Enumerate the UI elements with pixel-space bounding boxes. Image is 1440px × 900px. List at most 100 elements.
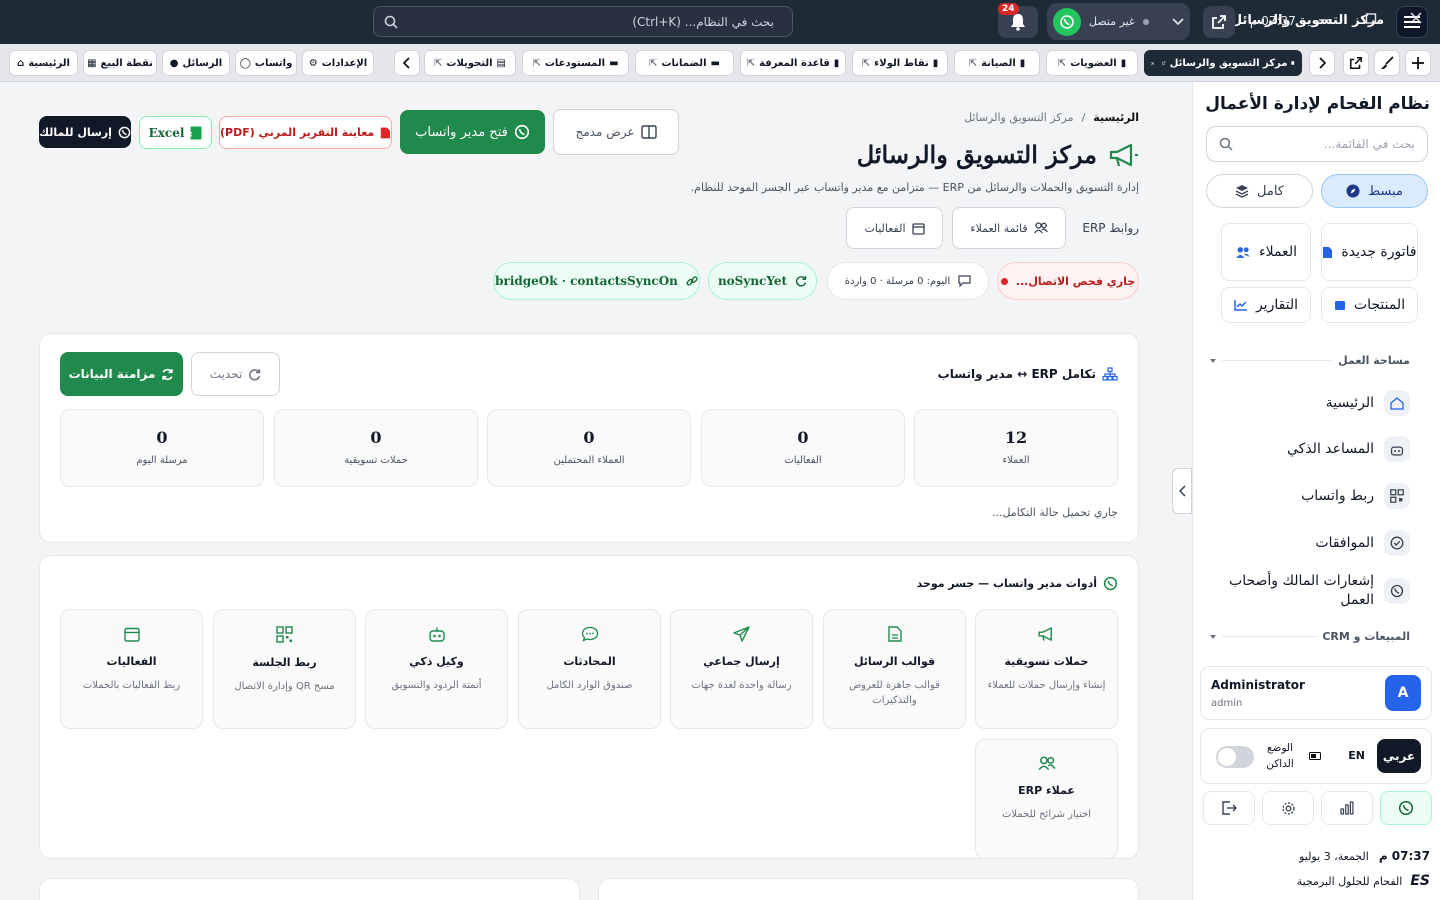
tool-smart-agent[interactable]: وكيل ذكي أتمتة الردود والتسويق [365,609,508,729]
stats-shortcut-button[interactable] [1321,791,1373,825]
quick-new-invoice[interactable]: فاتورة جديدة [1321,223,1418,281]
mode-full-toggle[interactable]: كامل [1206,174,1313,208]
quick-customers[interactable]: العملاء [1221,223,1311,281]
chevron-down-icon [1210,634,1216,639]
whatsapp-status-pill[interactable]: غير متصل [1047,3,1190,40]
new-tab-button[interactable] [1405,50,1431,76]
tab-memberships[interactable]: ▮ العضويات ⇱ [1046,50,1138,76]
nav-ai-assistant[interactable]: المساعد الذكي [1220,436,1410,462]
tool-title: المحادثات [563,655,616,668]
tool-marketing-campaigns[interactable]: حملات تسويقية إنشاء وإرسال حملات للعملاء [975,609,1118,729]
stat-label: الفعاليات [784,455,822,466]
users-icon [1038,756,1055,771]
minimize-button[interactable] [1318,12,1330,28]
quick-products[interactable]: المنتجات [1321,287,1418,323]
tool-events[interactable]: الفعاليات ربط الفعاليات بالحملات [60,609,203,729]
tab-loyalty-points[interactable]: ▮ نقاط الولاء ⇱ [852,50,948,76]
send-to-owner-button[interactable]: إرسال للمالك [39,116,131,148]
nav-whatsapp-link[interactable]: ربط واتساب [1220,483,1410,509]
pdf-icon: PDF [380,127,391,138]
dark-mode-toggle[interactable] [1216,746,1254,768]
maximize-button[interactable] [1365,12,1377,28]
quick-reports[interactable]: التقارير [1221,287,1311,323]
whatsapp-shortcut-button[interactable] [1380,791,1432,825]
tab-warehouses[interactable]: ▬ المستودعات ⇱ [522,50,629,76]
tab-warranties[interactable]: ▬ الضمانات ⇱ [635,50,734,76]
brush-icon [1381,56,1394,69]
nav-home[interactable]: الرئيسية [1220,390,1410,416]
integration-title: تكامل ERP ↔ مدير واتساب [937,367,1096,381]
section-sales-crm[interactable]: المبيعات و CRM [1210,630,1410,643]
clean-tabs-button[interactable] [1374,50,1400,76]
breadcrumb-current: مركز التسويق والرسائل [964,111,1074,124]
tab-whatsapp[interactable]: واتساب ◯ [235,50,297,76]
pdf-preview-button[interactable]: PDF معاينة التقرير المرني (PDF) [219,116,392,149]
integration-title-row: تكامل ERP ↔ مدير واتساب [938,367,1118,381]
tab-label: الصيانة [981,57,1016,69]
section-workspace[interactable]: مساحة العمل [1210,354,1410,367]
tool-conversations[interactable]: المحادثات صندوق الوارد الكامل [518,609,661,729]
users-icon [1033,222,1048,234]
customers-list-link[interactable]: قائمة العملاء [952,207,1066,249]
refresh-label: تحديث [209,367,243,381]
breadcrumb-home[interactable]: الرئيسية [1093,111,1139,124]
link-icon [686,276,698,286]
notifications-button[interactable]: 24 [998,3,1038,38]
stat-leads: 0 العملاء المحتملين [487,409,691,487]
tab-maintenance[interactable]: ▮ الصيانة ⇱ [954,50,1040,76]
sidebar-time: 07:37 م [1378,849,1430,863]
tool-session-link[interactable]: ربط الجلسة مسح QR وإدارة الاتصال [213,609,356,729]
tab-marketing-center[interactable]: مركز التسويق والرسائل [1144,50,1302,76]
tab-settings[interactable]: الإعدادات ⚙ [302,50,374,76]
tools-title-row: أدوات مدير واتساب — جسر موحد [917,576,1118,591]
sync-data-button[interactable]: مزامنة البيانات [60,352,183,396]
nav-approvals[interactable]: الموافقات [1220,530,1410,556]
sidebar-collapse-button[interactable] [1172,468,1192,514]
global-search-input[interactable]: بحث في النظام... (Ctrl+K) [373,6,793,37]
sidebar-search-input[interactable]: بحث في القائمة... [1206,126,1428,162]
lang-english-button[interactable]: EN [1348,749,1365,762]
open-whatsapp-manager-button[interactable]: فتح مدير واتساب [400,110,545,154]
logout-button[interactable] [1203,791,1255,825]
user-card[interactable]: A Administrator admin [1200,666,1432,720]
close-tab-icon[interactable] [1151,59,1155,68]
erp-links-label: روابط ERP [1082,221,1139,235]
tab-messages[interactable]: الرسائل ● [162,50,230,76]
tool-bulk-send[interactable]: إرسال جماعي رسالة واحدة لعدة جهات [670,609,813,729]
open-external-button[interactable] [1203,6,1235,38]
whatsapp-icon [118,126,131,138]
box-icon: ▬ [710,57,720,69]
mode-compact-toggle[interactable]: مبسط [1321,174,1428,208]
tab-knowledge-base[interactable]: ▮ قاعدة المعرفة ⇱ [740,50,846,76]
tabs-scroll-left-button[interactable] [394,50,420,76]
external-link-icon [1212,15,1226,29]
network-icon [1102,367,1118,381]
section-sales-label: المبيعات و CRM [1322,630,1410,643]
embedded-view-button[interactable]: عرض مدمج [553,109,679,155]
chat-icon [581,626,598,642]
excel-export-button[interactable]: x Excel [139,116,212,149]
toggle-knob [1218,748,1236,766]
embedded-view-label: عرض مدمج [575,125,635,139]
popout-tab-button[interactable] [1343,50,1369,76]
events-link[interactable]: الفعاليات [846,207,943,249]
stat-label: العملاء المحتملين [553,455,625,466]
settings-shortcut-button[interactable] [1262,791,1314,825]
tab-home[interactable]: الرئيسية ⌂ [9,50,78,76]
tab-pos[interactable]: نقطة البيع ▦ [83,50,157,76]
tabs-scroll-right-button[interactable] [1309,50,1335,76]
tool-message-templates[interactable]: قوالب الرسائل قوالب جاهزة للعروض والتذكي… [823,609,966,729]
customers-list-label: قائمة العملاء [970,221,1028,235]
close-window-button[interactable] [1410,12,1422,28]
tab-transfers[interactable]: ▤ التحويلات ⇱ [424,50,516,76]
refresh-button[interactable]: تحديث [191,352,280,396]
tab-label: قاعدة المعرفة [759,57,830,69]
external-link-icon: ⇱ [746,57,756,69]
tool-erp-customers[interactable]: عملاء ERP اختيار شرائح للحملات [975,739,1118,859]
page-subtitle: إدارة التسويق والحملات والرسائل من ERP —… [690,181,1139,194]
lang-arabic-button[interactable]: عربي [1377,739,1421,773]
nav-owner-notifications[interactable]: إشعارات المالك وأصحاب العمل [1220,572,1410,610]
avatar: A [1385,675,1421,711]
stat-label: حملات تسويقية [344,455,408,466]
tool-title: عملاء ERP [1018,784,1075,797]
